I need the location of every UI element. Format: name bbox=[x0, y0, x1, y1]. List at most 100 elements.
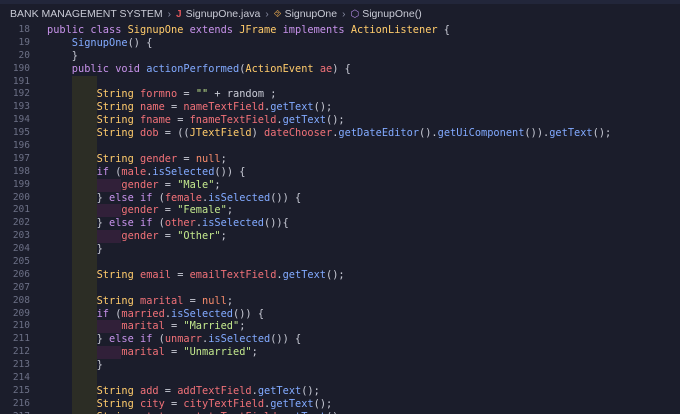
code-token: else if bbox=[109, 191, 159, 204]
code-token: ; bbox=[214, 178, 221, 191]
indent-guide bbox=[71, 372, 97, 385]
code-token: } bbox=[96, 191, 109, 204]
code-text: String formno = "" + random ; bbox=[97, 88, 277, 101]
indent-guide bbox=[71, 204, 97, 218]
code-token: getText bbox=[549, 127, 593, 140]
code-line[interactable]: 209 if (married.isSelected()) { bbox=[0, 307, 680, 321]
code-token: emailTextField bbox=[189, 268, 277, 281]
code-line[interactable]: 205 bbox=[0, 256, 680, 269]
indent-guide bbox=[71, 88, 97, 102]
code-text: } bbox=[97, 243, 103, 256]
code-line[interactable]: 194 String fname = fnameTextField.getText… bbox=[0, 114, 680, 128]
code-text: String fname = fnameTextField.getText(); bbox=[97, 114, 345, 127]
code-line[interactable]: 202} else if (other.isSelected()){ bbox=[0, 217, 680, 231]
code-text: String marital = null; bbox=[97, 295, 233, 308]
class-symbol-icon: ⯑ bbox=[273, 8, 282, 20]
line-number: 213 bbox=[12, 359, 30, 371]
code-token: = bbox=[164, 101, 184, 114]
code-text: marital = "Married"; bbox=[121, 320, 245, 333]
code-text: String add = addTextField.getText(); bbox=[97, 385, 320, 398]
indent-guide bbox=[71, 230, 97, 244]
code-token: (); bbox=[326, 268, 345, 281]
code-token: ae bbox=[319, 62, 333, 75]
line-number: 197 bbox=[12, 152, 30, 164]
breadcrumb-file[interactable]: SignupOne.java bbox=[186, 8, 261, 20]
code-line[interactable]: 207 bbox=[0, 281, 680, 295]
code-line[interactable]: 18 public class SignupOne extends JFrame … bbox=[0, 24, 680, 37]
code-token: unmarr bbox=[164, 333, 203, 346]
code-token: } bbox=[96, 359, 103, 372]
code-token: String bbox=[96, 114, 140, 127]
code-token: ()) { bbox=[233, 307, 265, 320]
code-token: = bbox=[158, 384, 178, 397]
indent-guide bbox=[71, 75, 97, 89]
code-token: "Other" bbox=[177, 230, 221, 243]
code-line[interactable]: 214 bbox=[0, 372, 680, 385]
code-line[interactable]: 200} else if (female.isSelected()) { bbox=[0, 191, 680, 205]
code-line[interactable]: 19 SignupOne() { bbox=[0, 37, 680, 50]
line-number: 201 bbox=[12, 204, 30, 216]
code-line[interactable]: 193 String name = nameTextField.getText()… bbox=[0, 101, 680, 115]
code-line[interactable]: 198 if (male.isSelected()) { bbox=[0, 165, 680, 179]
code-line[interactable]: 201 gender = "Female"; bbox=[0, 204, 680, 218]
line-number: 195 bbox=[12, 127, 30, 139]
code-editor[interactable]: 18 public class SignupOne extends JFrame … bbox=[0, 24, 680, 414]
line-number: 211 bbox=[12, 333, 30, 345]
line-number: 206 bbox=[12, 268, 30, 280]
code-token: = bbox=[158, 178, 178, 191]
code-text: } else if (other.isSelected()){ bbox=[97, 217, 289, 230]
chevron-right-icon: › bbox=[265, 8, 269, 20]
code-token: marital bbox=[121, 346, 165, 359]
code-text: if (married.isSelected()) { bbox=[97, 308, 264, 321]
breadcrumb-class[interactable]: SignupOne bbox=[285, 8, 338, 20]
indent-guide bbox=[71, 165, 97, 179]
code-token: = bbox=[158, 230, 178, 243]
code-line[interactable]: 20} bbox=[0, 50, 680, 63]
code-token: SignupOne bbox=[71, 36, 128, 49]
code-line[interactable]: 197 String gender = null; bbox=[0, 152, 680, 166]
code-token: getText bbox=[257, 384, 302, 397]
code-token: ; bbox=[226, 294, 234, 307]
code-line[interactable]: 211} else if (unmarr.isSelected()) { bbox=[0, 333, 680, 347]
code-token: getText bbox=[270, 101, 314, 114]
code-text: } else if (female.isSelected()) { bbox=[97, 192, 302, 205]
line-number: 198 bbox=[12, 165, 30, 177]
code-token: = bbox=[171, 114, 190, 127]
code-line[interactable]: 204} bbox=[0, 243, 680, 257]
code-line[interactable]: 212 marital = "Unmarried"; bbox=[0, 346, 680, 360]
code-line[interactable]: 199 gender = "Male"; bbox=[0, 178, 680, 192]
code-text: gender = "Female"; bbox=[121, 204, 233, 217]
code-line[interactable]: 195 String dob = ((JTextField) dateChoose… bbox=[0, 127, 680, 141]
code-line[interactable]: 196 bbox=[0, 140, 680, 153]
breadcrumb-method[interactable]: SignupOne() bbox=[362, 8, 422, 20]
code-line[interactable]: 215 String add = addTextField.getText(); bbox=[0, 384, 680, 398]
code-line[interactable]: 190 public void actionPerformed(ActionEve… bbox=[0, 63, 680, 76]
code-token: = bbox=[171, 268, 190, 281]
code-line[interactable]: 213} bbox=[0, 359, 680, 373]
code-line[interactable]: 192 String formno = "" + random ; bbox=[0, 88, 680, 102]
indent-guide bbox=[96, 346, 122, 360]
java-file-icon: J bbox=[176, 8, 182, 20]
code-line[interactable]: 191 bbox=[0, 75, 680, 89]
code-text: gender = "Other"; bbox=[121, 230, 226, 243]
code-token: married bbox=[121, 307, 165, 320]
code-token: fnameTextField bbox=[189, 114, 277, 127]
code-line[interactable]: 210 marital = "Married"; bbox=[0, 320, 680, 334]
code-line[interactable]: 203 gender = "Other"; bbox=[0, 230, 680, 244]
code-text: String name = nameTextField.getText(); bbox=[97, 101, 333, 114]
code-token: formno bbox=[140, 88, 178, 101]
code-token: = bbox=[183, 294, 203, 307]
line-number: 209 bbox=[12, 307, 30, 319]
indent-guide bbox=[71, 268, 97, 282]
code-token: ActionEvent bbox=[245, 62, 320, 75]
breadcrumb-project[interactable]: BANK MANAGEMENT SYSTEM bbox=[10, 8, 163, 20]
code-text: gender = "Male"; bbox=[121, 179, 220, 192]
indent-guide bbox=[71, 333, 97, 347]
indent-guide bbox=[71, 307, 97, 321]
code-token: } bbox=[96, 333, 109, 346]
code-token: getUiComponent bbox=[437, 127, 525, 140]
indent-guide bbox=[71, 152, 97, 166]
code-line[interactable]: 208 String marital = null; bbox=[0, 294, 680, 308]
code-line[interactable]: 216 String city = cityTextField.getText()… bbox=[0, 397, 680, 411]
code-line[interactable]: 206 String email = emailTextField.getText… bbox=[0, 268, 680, 282]
